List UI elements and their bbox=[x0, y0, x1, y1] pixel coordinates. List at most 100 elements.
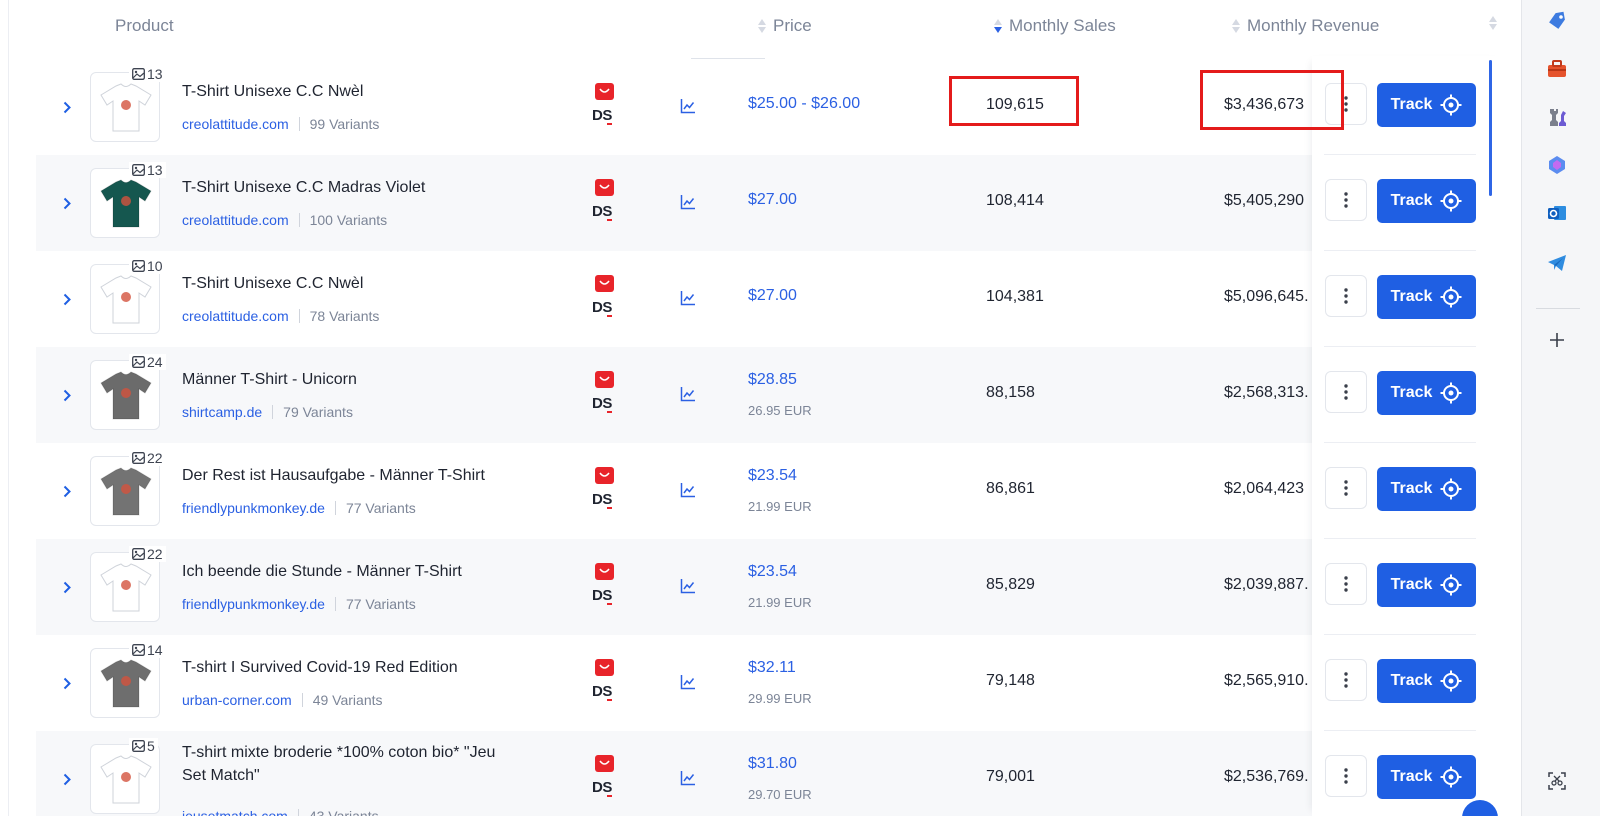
expand-row-icon[interactable] bbox=[60, 385, 74, 405]
tshirt-image bbox=[99, 83, 153, 138]
product-name[interactable]: T-Shirt Unisexe C.C Nwèl bbox=[182, 275, 363, 293]
trend-chart-icon[interactable] bbox=[680, 482, 696, 503]
expand-row-icon[interactable] bbox=[60, 193, 74, 213]
monthly-revenue-value: $2,536,769. bbox=[1224, 768, 1309, 785]
expand-row-icon[interactable] bbox=[60, 289, 74, 309]
trend-chart-icon[interactable] bbox=[680, 386, 696, 407]
toolbox-icon[interactable] bbox=[1544, 56, 1570, 82]
kebab-icon bbox=[1344, 672, 1348, 688]
track-button[interactable]: Track bbox=[1377, 83, 1476, 127]
table-row[interactable]: 5 T-shirt mixte broderie *100% coton bio*… bbox=[36, 731, 1508, 816]
expand-row-icon[interactable] bbox=[60, 481, 74, 501]
tshirt-image bbox=[99, 371, 153, 426]
variants-count: 77 Variants bbox=[345, 500, 416, 516]
screenshot-icon[interactable] bbox=[1544, 768, 1570, 794]
track-button[interactable]: Track bbox=[1377, 371, 1476, 415]
badge-accent bbox=[607, 603, 612, 605]
expand-row-icon[interactable] bbox=[60, 577, 74, 597]
trend-chart-icon[interactable] bbox=[680, 578, 696, 599]
product-name[interactable]: Männer T-Shirt - Unicorn bbox=[182, 371, 357, 389]
monthly-sales-value: 108,414 bbox=[986, 192, 1044, 209]
monthly-revenue-value: $2,565,910. bbox=[1224, 672, 1309, 689]
column-header-monthly-sales[interactable]: Monthly Sales bbox=[994, 16, 1116, 36]
store-domain-link[interactable]: friendlypunkmonkey.de bbox=[182, 596, 325, 612]
product-name[interactable]: T-Shirt Unisexe C.C Madras Violet bbox=[182, 179, 425, 197]
chess-icon[interactable] bbox=[1544, 104, 1570, 130]
trend-chart-icon[interactable] bbox=[680, 290, 696, 311]
column-header-price[interactable]: Price bbox=[758, 16, 812, 36]
aliexpress-icon bbox=[595, 563, 614, 580]
image-icon bbox=[132, 356, 145, 368]
store-domain-link[interactable]: urban-corner.com bbox=[182, 692, 292, 708]
product-thumbnail[interactable]: 14 bbox=[90, 642, 166, 718]
more-options-button[interactable] bbox=[1325, 659, 1367, 701]
product-name[interactable]: Der Rest ist Hausaufgabe - Männer T-Shir… bbox=[182, 467, 485, 485]
table-row[interactable]: 24 Männer T-Shirt - Unicorn shirtcamp.de 79… bbox=[36, 347, 1508, 443]
product-thumbnail[interactable]: 13 bbox=[90, 66, 166, 142]
kebab-icon bbox=[1344, 768, 1348, 784]
product-thumbnail[interactable]: 24 bbox=[90, 354, 166, 430]
badge-accent bbox=[607, 795, 612, 797]
telegram-icon[interactable] bbox=[1544, 250, 1570, 276]
trend-chart-icon[interactable] bbox=[680, 194, 696, 215]
more-options-button[interactable] bbox=[1325, 755, 1367, 797]
price-value: $23.54 bbox=[748, 467, 797, 484]
table-row[interactable]: 22 Ich beende die Stunde - Männer T-Shirt… bbox=[36, 539, 1508, 635]
column-header-monthly-revenue[interactable]: Monthly Revenue bbox=[1232, 16, 1379, 36]
price-value: $27.00 bbox=[748, 287, 797, 304]
store-domain-link[interactable]: creolattitude.com bbox=[182, 308, 289, 324]
outlook-icon[interactable] bbox=[1544, 200, 1570, 226]
product-name[interactable]: T-shirt I Survived Covid-19 Red Edition bbox=[182, 659, 458, 677]
table-row[interactable]: 22 Der Rest ist Hausaufgabe - Männer T-Sh… bbox=[36, 443, 1508, 539]
track-button[interactable]: Track bbox=[1377, 467, 1476, 511]
highlight-box-sales bbox=[949, 76, 1079, 126]
copilot-icon[interactable] bbox=[1544, 152, 1570, 178]
column-header-more[interactable] bbox=[1489, 16, 1504, 30]
expand-row-icon[interactable] bbox=[60, 769, 74, 789]
price-value: $28.85 bbox=[748, 371, 797, 388]
product-name[interactable]: T-shirt mixte broderie *100% coton bio* … bbox=[182, 741, 522, 787]
variants-count: 79 Variants bbox=[283, 404, 353, 420]
product-thumbnail[interactable]: 22 bbox=[90, 450, 166, 526]
scrollbar-thumb[interactable] bbox=[1489, 60, 1492, 196]
product-name[interactable]: T-Shirt Unisexe C.C Nwèl bbox=[182, 83, 363, 101]
product-thumbnail[interactable]: 13 bbox=[90, 162, 166, 238]
expand-row-icon[interactable] bbox=[60, 673, 74, 693]
store-domain-link[interactable]: jeusetmatch.com bbox=[182, 808, 288, 816]
product-thumbnail[interactable]: 5 bbox=[90, 738, 160, 814]
tag-icon[interactable] bbox=[1544, 8, 1570, 34]
crosshair-icon bbox=[1440, 766, 1462, 788]
plus-icon[interactable] bbox=[1544, 327, 1570, 353]
product-thumbnail[interactable]: 10 bbox=[90, 258, 166, 334]
more-options-button[interactable] bbox=[1325, 179, 1367, 221]
track-button[interactable]: Track bbox=[1377, 275, 1476, 319]
meta-divider bbox=[272, 405, 274, 419]
aliexpress-icon bbox=[595, 371, 614, 388]
column-header-product[interactable]: Product bbox=[115, 16, 174, 36]
aliexpress-icon bbox=[595, 275, 614, 292]
track-button-label: Track bbox=[1390, 672, 1433, 689]
table-row[interactable]: 10 T-Shirt Unisexe C.C Nwèl creolattitude.… bbox=[36, 251, 1508, 347]
store-domain-link[interactable]: friendlypunkmonkey.de bbox=[182, 500, 325, 516]
track-button[interactable]: Track bbox=[1377, 755, 1476, 799]
store-domain-link[interactable]: creolattitude.com bbox=[182, 116, 289, 132]
table-row[interactable]: 13 T-Shirt Unisexe C.C Madras Violet creol… bbox=[36, 155, 1508, 251]
more-options-button[interactable] bbox=[1325, 467, 1367, 509]
expand-row-icon[interactable] bbox=[60, 97, 74, 117]
trend-chart-icon[interactable] bbox=[680, 674, 696, 695]
product-name[interactable]: Ich beende die Stunde - Männer T-Shirt bbox=[182, 563, 462, 581]
store-domain-link[interactable]: shirtcamp.de bbox=[182, 404, 262, 420]
image-count: 14 bbox=[147, 642, 163, 658]
more-options-button[interactable] bbox=[1325, 371, 1367, 413]
more-options-button[interactable] bbox=[1325, 563, 1367, 605]
more-options-button[interactable] bbox=[1325, 275, 1367, 317]
track-button[interactable]: Track bbox=[1377, 563, 1476, 607]
store-domain-link[interactable]: creolattitude.com bbox=[182, 212, 289, 228]
meta-divider bbox=[334, 597, 336, 611]
table-row[interactable]: 14 T-shirt I Survived Covid-19 Red Editio… bbox=[36, 635, 1508, 731]
track-button[interactable]: Track bbox=[1377, 179, 1476, 223]
trend-chart-icon[interactable] bbox=[680, 770, 696, 791]
track-button[interactable]: Track bbox=[1377, 659, 1476, 703]
product-thumbnail[interactable]: 22 bbox=[90, 546, 166, 622]
trend-chart-icon[interactable] bbox=[680, 98, 696, 119]
